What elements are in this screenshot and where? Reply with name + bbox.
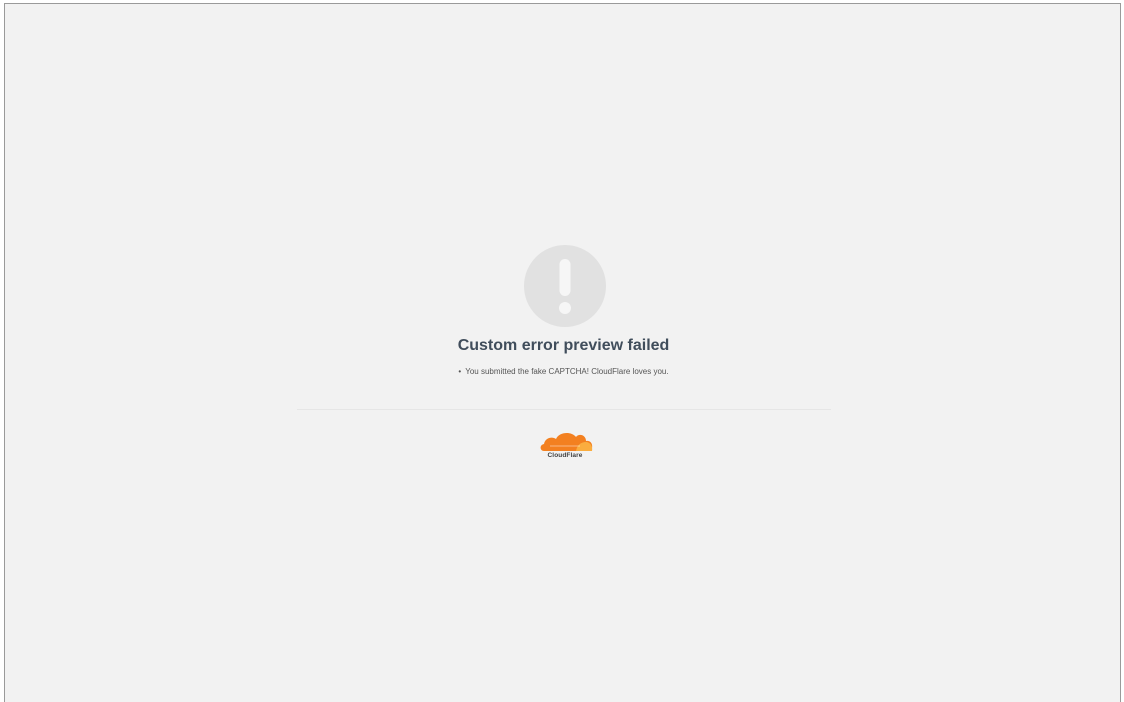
cloud-icon (540, 433, 593, 451)
logo-wordmark: CloudFlare (547, 452, 583, 459)
error-message: You submitted the fake CAPTCHA! CloudFla… (458, 367, 668, 376)
error-list: You submitted the fake CAPTCHA! CloudFla… (5, 361, 1122, 379)
exclamation-icon (524, 245, 606, 327)
browser-viewport: Custom error preview failed You submitte… (4, 3, 1121, 702)
error-page: Custom error preview failed You submitte… (5, 4, 1120, 702)
divider (297, 409, 831, 410)
page-title: Custom error preview failed (457, 337, 670, 354)
cloudflare-logo[interactable]: CloudFlare (530, 430, 600, 462)
